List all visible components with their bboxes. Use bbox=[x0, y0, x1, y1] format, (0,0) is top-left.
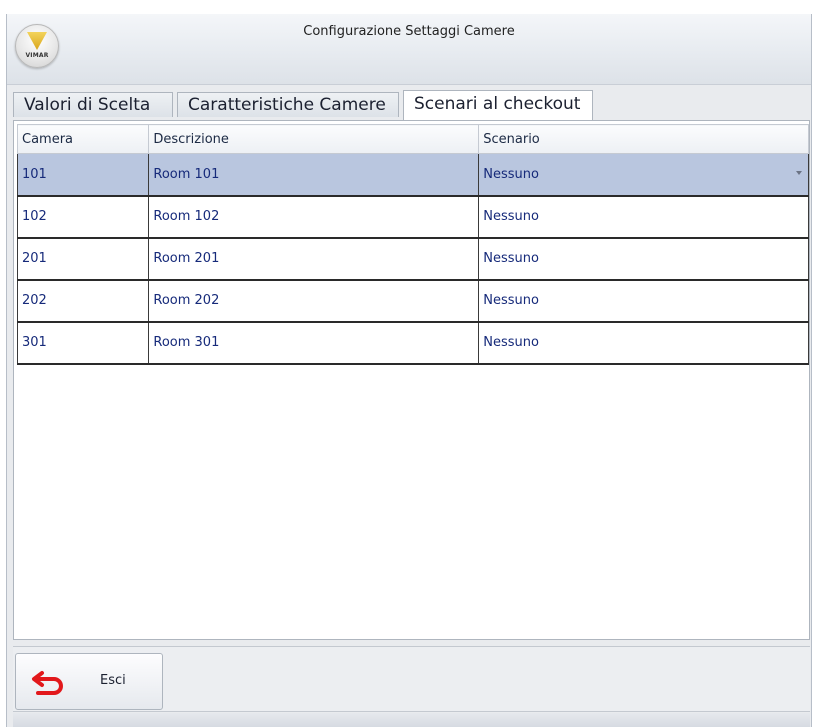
exit-button-label: Esci bbox=[100, 673, 126, 688]
descrizione-cell[interactable]: Room 301 bbox=[148, 321, 480, 365]
descrizione-cell[interactable]: Room 101 bbox=[148, 153, 480, 197]
column-header-scenario[interactable]: Scenario bbox=[478, 124, 809, 154]
descrizione-cell[interactable]: Room 102 bbox=[148, 195, 480, 239]
column-header-camera[interactable]: Camera bbox=[16, 124, 150, 154]
grid-header-row: Camera Descrizione Scenario bbox=[16, 124, 809, 154]
logo-text: VIMAR bbox=[25, 52, 49, 59]
camera-cell[interactable]: 102 bbox=[16, 195, 150, 239]
scenario-cell[interactable]: Nessuno bbox=[478, 279, 809, 323]
camera-cell[interactable]: 201 bbox=[16, 237, 150, 281]
tab-content: Camera Descrizione Scenario 101 Room 101… bbox=[13, 120, 810, 640]
camera-cell[interactable]: 202 bbox=[16, 279, 150, 323]
return-arrow-icon bbox=[30, 669, 66, 699]
tab-valori-di-scelta[interactable]: Valori di Scelta bbox=[13, 92, 173, 117]
table-row[interactable]: 202 Room 202 Nessuno bbox=[16, 279, 809, 323]
app-window: VIMAR Configurazione Settaggi Camere Val… bbox=[6, 14, 812, 727]
window-title: Configurazione Settaggi Camere bbox=[303, 24, 515, 39]
title-bar: VIMAR Configurazione Settaggi Camere bbox=[7, 14, 811, 85]
tab-caratteristiche-camere[interactable]: Caratteristiche Camere bbox=[177, 92, 399, 117]
status-bar bbox=[13, 713, 810, 727]
tab-scenari-al-checkout[interactable]: Scenari al checkout bbox=[403, 90, 593, 120]
scenario-cell[interactable]: Nessuno bbox=[478, 195, 809, 239]
exit-button[interactable]: Esci bbox=[15, 653, 163, 710]
camera-cell[interactable]: 301 bbox=[16, 321, 150, 365]
rooms-grid: Camera Descrizione Scenario 101 Room 101… bbox=[16, 124, 809, 365]
table-row[interactable]: 101 Room 101 Nessuno bbox=[16, 153, 809, 197]
bottom-toolbar: Esci bbox=[13, 646, 810, 712]
scenario-cell[interactable]: Nessuno bbox=[478, 321, 809, 365]
dropdown-arrow-icon[interactable] bbox=[796, 171, 802, 175]
scenario-value: Nessuno bbox=[483, 166, 539, 182]
camera-cell[interactable]: 101 bbox=[16, 153, 150, 197]
table-row[interactable]: 201 Room 201 Nessuno bbox=[16, 237, 809, 281]
column-header-descrizione[interactable]: Descrizione bbox=[148, 124, 480, 154]
table-row[interactable]: 301 Room 301 Nessuno bbox=[16, 321, 809, 365]
descrizione-cell[interactable]: Room 202 bbox=[148, 279, 480, 323]
scenario-cell[interactable]: Nessuno bbox=[478, 153, 809, 197]
table-row[interactable]: 102 Room 102 Nessuno bbox=[16, 195, 809, 239]
descrizione-cell[interactable]: Room 201 bbox=[148, 237, 480, 281]
scenario-cell[interactable]: Nessuno bbox=[478, 237, 809, 281]
